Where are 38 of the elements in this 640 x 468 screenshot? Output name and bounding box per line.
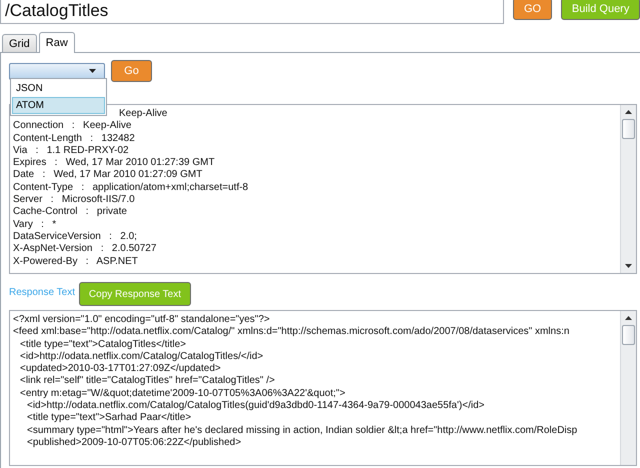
header-line: Content-Length : 132482	[13, 132, 136, 145]
header-line: Expires : Wed, 17 Mar 2010 01:27:39 GMT	[13, 157, 216, 170]
header-line: X-AspNet-Version : 2.0.50727	[13, 243, 158, 256]
scroll-up-icon[interactable]	[625, 316, 632, 320]
header-line: X-Powered-By : ASP.NET	[13, 256, 139, 268]
tab[interactable]: Raw	[38, 32, 75, 53]
header-line: Cache-Control : private	[13, 206, 128, 219]
xml-line: <feed xml:base="http://odata.netflix.com/Catalog/" xmlns:d="http://schemas.microsoft.com/ado/2007/08/dataservices" xmlns:n	[13, 326, 570, 339]
xml-line: <updated>2010-03-17T01:27:09Z</updated>	[19, 363, 222, 376]
header-line: Connection : Keep-Alive	[13, 120, 132, 133]
xml-line: <link rel="self" title="CatalogTitles" href="CatalogTitles" />	[19, 375, 276, 388]
tab[interactable]: Grid	[2, 34, 37, 52]
xml-line: <id>http://odata.netflix.com/Catalog/CatalogTitles/</id>	[19, 350, 264, 364]
response-text-label: Response Text	[9, 286, 75, 298]
dropdown-option[interactable]: ATOM	[12, 97, 105, 114]
scrollbar[interactable]	[620, 105, 636, 273]
scroll-thumb[interactable]	[622, 325, 635, 345]
header-line: Vary : *	[13, 218, 58, 231]
header-line: Date : Wed, 17 Mar 2010 01:27:09 GMT	[13, 169, 204, 182]
xml-line: <summary type="html">Years after he's declared missing in action, Indian soldier &lt;a href="http://www.netflix.com/RoleDisp	[26, 424, 578, 437]
header-line: Content-Type : application/atom+xml;charset=utf-8	[13, 182, 250, 194]
header-line: Keep-Alive	[118, 108, 168, 120]
xml-line: <published>2009-10-07T05:06:22Z</published>	[26, 436, 242, 450]
scrollbar[interactable]	[620, 311, 636, 465]
xml-line: <?xml version="1.0" encoding="utf-8" standalone="yes"?>	[13, 314, 271, 326]
xml-line: <id>http://odata.netflix.com/Catalog/CatalogTitles(guid'd9a3dbd0-1147-4364-9a79-000043ae55fa')</id>	[26, 400, 486, 412]
scroll-up-icon[interactable]	[625, 110, 632, 114]
scroll-thumb[interactable]	[622, 119, 635, 139]
xml-line: <entry m:etag="W/&quot;datetime'2009-10-07T05%3A06%3A22'&quot;">	[19, 388, 346, 400]
scroll-down-icon[interactable]	[625, 264, 632, 268]
format-dropdown[interactable]	[9, 62, 105, 80]
query-field[interactable]: /CatalogTitles	[0, 0, 504, 24]
xml-line: <title type="text">CatalogTitles</title>	[19, 338, 187, 351]
header-line: Server : Microsoft-IIS/7.0	[13, 194, 136, 206]
header-line: Via : 1.1 RED-PRXY-02	[13, 144, 130, 158]
caret-icon	[89, 69, 96, 73]
xml-line: <title type="text">Sarhad Paar</title>	[26, 412, 192, 425]
header-line: DataServiceVersion : 2.0;	[13, 230, 138, 244]
